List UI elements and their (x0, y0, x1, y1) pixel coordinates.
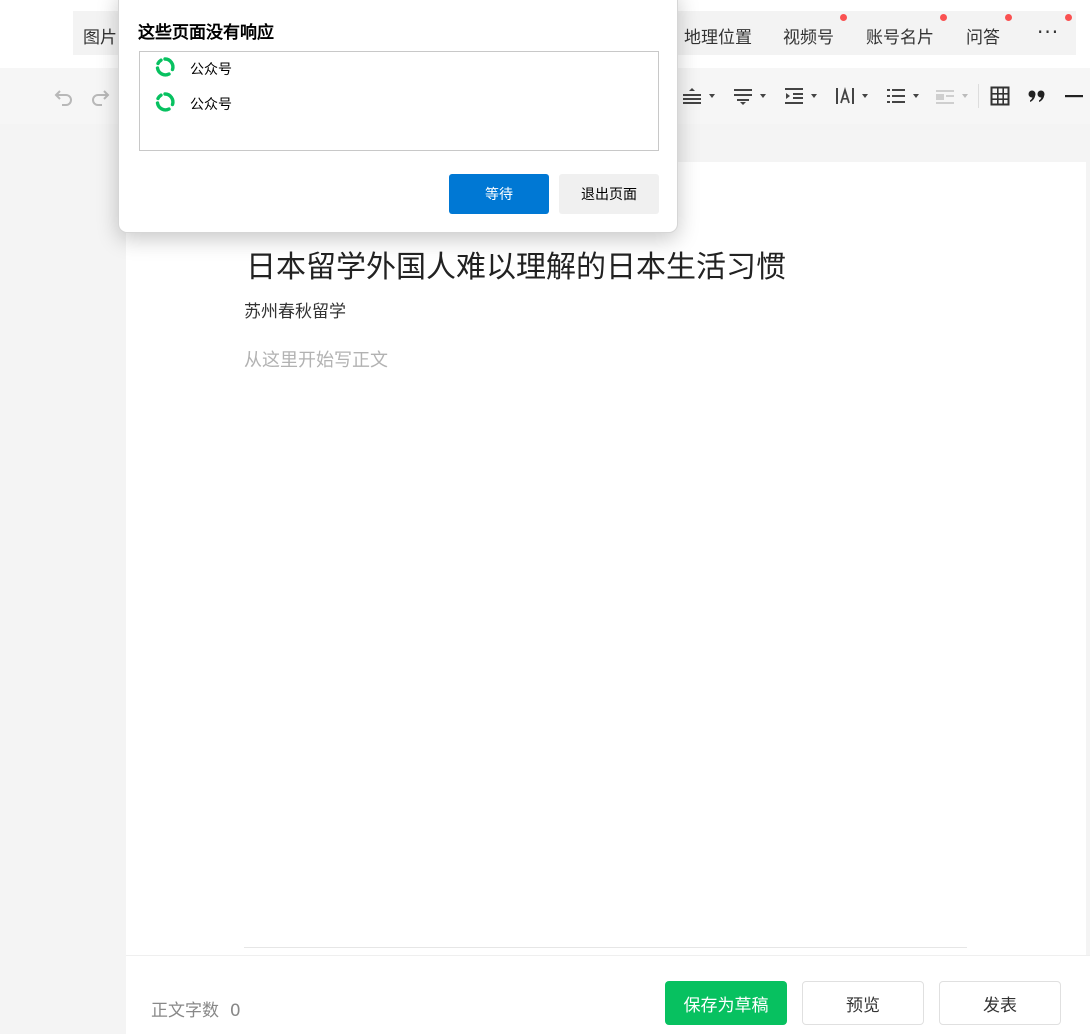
notification-dot (1065, 14, 1072, 21)
notification-dot (840, 14, 847, 21)
exit-page-button[interactable]: 退出页面 (559, 174, 659, 214)
editor-area[interactable]: 日本留学外国人难以理解的日本生活习惯 苏州春秋留学 从这里开始写正文 (126, 162, 1086, 1034)
horizontal-rule-icon[interactable] (1064, 85, 1084, 107)
background-color-icon[interactable] (935, 85, 968, 107)
word-count-value: 0 (229, 1001, 241, 1021)
save-draft-button[interactable]: 保存为草稿 (665, 981, 787, 1025)
list-item-label: 公众号 (190, 97, 232, 113)
list-item[interactable]: 公众号 (154, 91, 232, 117)
tab-channels[interactable]: 视频号 (783, 23, 834, 48)
notification-dot (940, 14, 947, 21)
tab-account-card[interactable]: 账号名片 (866, 23, 934, 48)
dialog-title: 这些页面没有响应 (138, 23, 274, 43)
table-icon[interactable] (990, 85, 1010, 107)
list-item[interactable]: 公众号 (154, 56, 232, 82)
editor-divider (244, 947, 967, 948)
publish-button[interactable]: 发表 (939, 981, 1061, 1025)
list-item-label: 公众号 (190, 62, 232, 78)
unresponsive-dialog: 这些页面没有响应 公众号 公众号 等待 退出页面 (118, 0, 678, 233)
more-icon[interactable]: ··· (1037, 20, 1059, 44)
wait-button[interactable]: 等待 (449, 174, 549, 214)
toolbar-divider (978, 84, 979, 108)
unresponsive-page-list: 公众号 公众号 (139, 51, 659, 151)
undo-icon[interactable] (53, 85, 75, 107)
tab-image[interactable]: 图片 (83, 23, 117, 48)
paragraph-spacing-icon[interactable] (733, 85, 766, 107)
article-author[interactable]: 苏州春秋留学 (244, 297, 346, 322)
letter-spacing-icon[interactable] (835, 85, 868, 107)
redo-icon[interactable] (89, 85, 111, 107)
notification-dot (1005, 14, 1012, 21)
wechat-mp-icon (154, 56, 176, 82)
bottom-action-bar: 正文字数 0 保存为草稿 预览 发表 (126, 955, 1090, 1034)
body-placeholder[interactable]: 从这里开始写正文 (244, 346, 388, 372)
tab-qa[interactable]: 问答 (966, 23, 1000, 48)
align-icon[interactable] (682, 85, 715, 107)
indent-icon[interactable] (784, 85, 817, 107)
word-count: 正文字数 0 (151, 996, 241, 1021)
word-count-label: 正文字数 (151, 1001, 219, 1021)
wechat-mp-icon (154, 91, 176, 117)
tab-location[interactable]: 地理位置 (684, 23, 752, 48)
list-icon[interactable] (886, 85, 919, 107)
article-title[interactable]: 日本留学外国人难以理解的日本生活习惯 (246, 242, 786, 286)
quote-icon[interactable] (1027, 85, 1047, 107)
preview-button[interactable]: 预览 (802, 981, 924, 1025)
